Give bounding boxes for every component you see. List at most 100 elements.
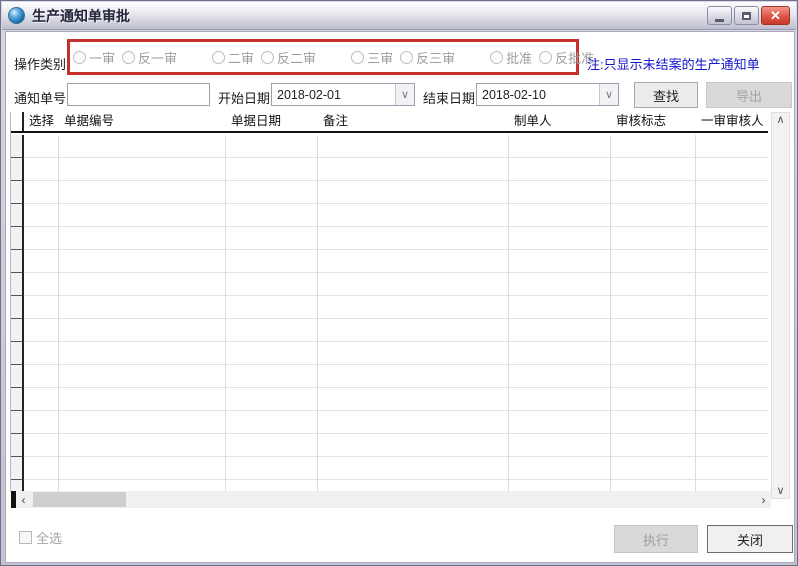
close-button-icon[interactable]: ✕ — [761, 6, 790, 25]
column-header[interactable]: 备注 — [318, 112, 509, 131]
table-cell — [59, 319, 226, 342]
start-date-combobox[interactable]: 2018-02-01 ∨ — [271, 83, 415, 106]
globe-app-icon — [8, 7, 25, 24]
table-cell — [611, 181, 696, 204]
table-cell — [509, 227, 611, 250]
radio-option[interactable]: 一审 — [73, 48, 115, 67]
radio-option[interactable]: 三审 — [351, 48, 393, 67]
table-cell — [696, 457, 768, 480]
table-cell — [611, 342, 696, 365]
export-button[interactable]: 导出 — [706, 82, 792, 108]
table-cell — [509, 411, 611, 434]
table-cell — [611, 250, 696, 273]
row-indicator — [11, 434, 24, 457]
row-indicator — [11, 204, 24, 227]
row-indicator — [11, 273, 24, 296]
radio-option[interactable]: 反批准 — [539, 48, 594, 67]
table-row[interactable] — [11, 227, 768, 250]
table-cell — [696, 250, 768, 273]
table-row[interactable] — [11, 411, 768, 434]
table-row[interactable] — [11, 158, 768, 181]
radio-option[interactable]: 二审 — [212, 48, 254, 67]
table-cell — [318, 365, 509, 388]
radio-option[interactable]: 反二审 — [261, 48, 316, 67]
table-row[interactable] — [11, 365, 768, 388]
row-indicator — [11, 227, 24, 250]
execute-button[interactable]: 执行 — [614, 525, 698, 553]
row-indicator — [11, 457, 24, 480]
column-header[interactable]: 单据日期 — [226, 112, 318, 131]
column-header[interactable]: 单据编号 — [59, 112, 226, 131]
radio-option[interactable]: 反三审 — [400, 48, 455, 67]
notice-number-label: 通知单号 — [14, 88, 66, 107]
table-row[interactable] — [11, 342, 768, 365]
scroll-left-icon[interactable]: ‹ — [16, 493, 31, 507]
table-cell — [318, 181, 509, 204]
row-indicator — [11, 411, 24, 434]
radio-option[interactable]: 批准 — [490, 48, 532, 67]
select-all-control[interactable]: 全选 — [19, 528, 62, 547]
scroll-up-icon[interactable]: ∧ — [772, 113, 789, 127]
notice-number-input[interactable] — [67, 83, 210, 106]
chevron-down-icon[interactable]: ∨ — [395, 84, 414, 105]
table-row[interactable] — [11, 319, 768, 342]
table-cell — [24, 273, 59, 296]
column-header[interactable]: 制单人 — [509, 112, 611, 131]
column-header[interactable]: 选择 — [24, 112, 59, 131]
table-row[interactable] — [11, 273, 768, 296]
table-cell — [226, 296, 318, 319]
column-header[interactable]: 审核标志 — [611, 112, 696, 131]
table-cell — [611, 227, 696, 250]
table-cell — [696, 388, 768, 411]
table-cell — [226, 204, 318, 227]
table-row[interactable] — [11, 250, 768, 273]
table-cell — [24, 411, 59, 434]
table-cell — [611, 411, 696, 434]
table-cell — [509, 158, 611, 181]
table-cell — [696, 204, 768, 227]
radio-option[interactable]: 反一审 — [122, 48, 177, 67]
table-cell — [611, 365, 696, 388]
row-indicator — [11, 135, 24, 158]
close-dialog-button[interactable]: 关闭 — [707, 525, 793, 553]
table-cell — [611, 457, 696, 480]
table-cell — [24, 181, 59, 204]
table-row[interactable] — [11, 457, 768, 480]
end-date-combobox[interactable]: 2018-02-10 ∨ — [476, 83, 619, 106]
table-cell — [318, 227, 509, 250]
scroll-right-icon[interactable]: › — [756, 493, 771, 507]
table-cell — [611, 158, 696, 181]
minimize-button-icon[interactable] — [707, 6, 732, 25]
scroll-down-icon[interactable]: ∨ — [772, 484, 789, 498]
title-bar[interactable]: 生产通知单审批 ✕ — [2, 2, 796, 30]
table-row[interactable] — [11, 296, 768, 319]
table-cell — [509, 273, 611, 296]
search-button[interactable]: 查找 — [634, 82, 698, 108]
table-row[interactable] — [11, 181, 768, 204]
table-row[interactable] — [11, 434, 768, 457]
horizontal-scrollbar[interactable]: ‹ › — [11, 491, 771, 508]
table-cell — [226, 365, 318, 388]
vertical-scrollbar[interactable]: ∧ ∨ — [771, 112, 790, 499]
radio-circle-icon — [490, 51, 503, 64]
table-cell — [318, 273, 509, 296]
table-cell — [59, 434, 226, 457]
table-row[interactable] — [11, 135, 768, 158]
table-cell — [59, 181, 226, 204]
table-cell — [318, 296, 509, 319]
column-header[interactable]: 一审审核人 — [696, 112, 768, 131]
table-row[interactable] — [11, 388, 768, 411]
chevron-down-icon[interactable]: ∨ — [599, 84, 618, 105]
select-all-checkbox[interactable] — [19, 531, 32, 544]
row-indicator — [11, 388, 24, 411]
maximize-button-icon[interactable] — [734, 6, 759, 25]
radio-circle-icon — [539, 51, 552, 64]
table-cell — [226, 158, 318, 181]
radio-circle-icon — [261, 51, 274, 64]
start-date-value: 2018-02-01 — [272, 88, 395, 102]
table-cell — [611, 273, 696, 296]
table-row[interactable] — [11, 204, 768, 227]
table-cell — [59, 411, 226, 434]
scrollbar-thumb[interactable] — [33, 492, 126, 507]
table-cell — [226, 319, 318, 342]
